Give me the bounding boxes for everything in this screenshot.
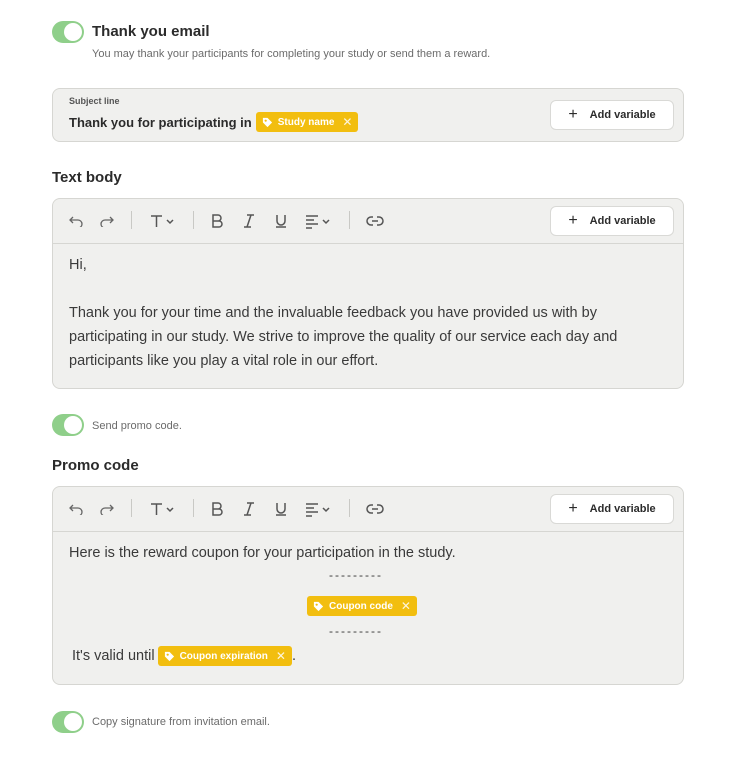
- copy-signature-toggle[interactable]: [52, 711, 84, 733]
- text-body-greeting: Hi,: [69, 257, 87, 273]
- bold-icon[interactable]: [208, 211, 226, 231]
- thank-you-email-toggle[interactable]: [52, 21, 84, 43]
- redo-icon[interactable]: [98, 499, 116, 519]
- italic-icon[interactable]: [240, 499, 258, 519]
- coupon-expiration-chip[interactable]: Coupon expiration ✕: [157, 646, 292, 666]
- subject-line-label: Subject line: [69, 96, 120, 106]
- toolbar-divider: [193, 499, 194, 517]
- tag-icon: [313, 601, 324, 612]
- underline-icon[interactable]: [272, 211, 290, 231]
- subject-add-variable-button[interactable]: + Add variable: [550, 100, 674, 130]
- promo-intro-text: Here is the reward coupon for your parti…: [69, 545, 456, 561]
- dashes-bottom: ---------: [329, 624, 383, 638]
- toolbar-divider: [193, 211, 194, 229]
- remove-chip-icon[interactable]: ✕: [401, 599, 411, 613]
- align-dropdown-icon[interactable]: [304, 211, 334, 231]
- study-name-chip-label: Study name: [277, 116, 335, 128]
- toggle-knob: [64, 713, 82, 731]
- tag-icon: [262, 117, 273, 128]
- dashes-top: ---------: [329, 568, 383, 582]
- text-style-dropdown-icon[interactable]: [148, 211, 178, 231]
- promo-code-title: Promo code: [52, 457, 139, 474]
- plus-icon: +: [568, 500, 578, 517]
- link-icon[interactable]: [365, 499, 385, 519]
- add-variable-label: Add variable: [589, 215, 656, 227]
- valid-until-period: .: [291, 648, 296, 664]
- remove-chip-icon[interactable]: ✕: [342, 115, 352, 129]
- toolbar-divider: [131, 499, 132, 517]
- link-icon[interactable]: [365, 211, 385, 231]
- subject-line-field[interactable]: Subject line Thank you for participating…: [52, 88, 684, 142]
- toolbar-divider: [131, 211, 132, 229]
- italic-icon[interactable]: [240, 211, 258, 231]
- bold-icon[interactable]: [208, 499, 226, 519]
- valid-until-line: It's valid until Coupon expiration ✕ .: [72, 644, 296, 668]
- coupon-code-chip-label: Coupon code: [329, 600, 393, 612]
- promo-code-editor[interactable]: + Add variable Here is the reward coupon …: [52, 486, 684, 685]
- subject-line-text: Thank you for participating in: [69, 114, 252, 130]
- undo-icon[interactable]: [67, 211, 85, 231]
- text-body-paragraph: Thank you for your time and the invaluab…: [69, 305, 618, 369]
- toggle-knob: [64, 416, 82, 434]
- tag-icon: [164, 651, 175, 662]
- text-body-toolbar: + Add variable: [53, 199, 683, 244]
- text-body-add-variable-button[interactable]: + Add variable: [550, 206, 674, 236]
- coupon-code-wrapper: Coupon code ✕: [307, 596, 417, 617]
- redo-icon[interactable]: [98, 211, 116, 231]
- underline-icon[interactable]: [272, 499, 290, 519]
- study-name-chip[interactable]: Study name ✕: [255, 112, 359, 132]
- plus-icon: +: [568, 212, 578, 229]
- remove-chip-icon[interactable]: ✕: [276, 649, 286, 663]
- send-promo-code-label: Send promo code.: [92, 420, 182, 432]
- toolbar-divider: [349, 499, 350, 517]
- valid-until-text: It's valid until: [72, 648, 155, 664]
- toggle-knob: [64, 23, 82, 41]
- align-dropdown-icon[interactable]: [304, 499, 334, 519]
- add-variable-label: Add variable: [589, 109, 656, 121]
- promo-code-add-variable-button[interactable]: + Add variable: [550, 494, 674, 524]
- text-body-editor[interactable]: + Add variable Hi, Thank you for your tim…: [52, 198, 684, 389]
- undo-icon[interactable]: [67, 499, 85, 519]
- copy-signature-label: Copy signature from invitation email.: [92, 716, 270, 728]
- coupon-code-chip[interactable]: Coupon code ✕: [307, 596, 417, 616]
- coupon-expiration-chip-label: Coupon expiration: [179, 650, 268, 662]
- plus-icon: +: [568, 106, 578, 123]
- promo-code-toolbar: + Add variable: [53, 487, 683, 532]
- thank-you-email-description: You may thank your participants for comp…: [92, 48, 491, 60]
- text-style-dropdown-icon[interactable]: [148, 499, 178, 519]
- subject-line-content: Thank you for participating in Study nam…: [69, 112, 359, 132]
- thank-you-email-title: Thank you email: [92, 23, 210, 40]
- text-body-title: Text body: [52, 169, 122, 186]
- toolbar-divider: [349, 211, 350, 229]
- add-variable-label: Add variable: [589, 503, 656, 515]
- send-promo-code-toggle[interactable]: [52, 414, 84, 436]
